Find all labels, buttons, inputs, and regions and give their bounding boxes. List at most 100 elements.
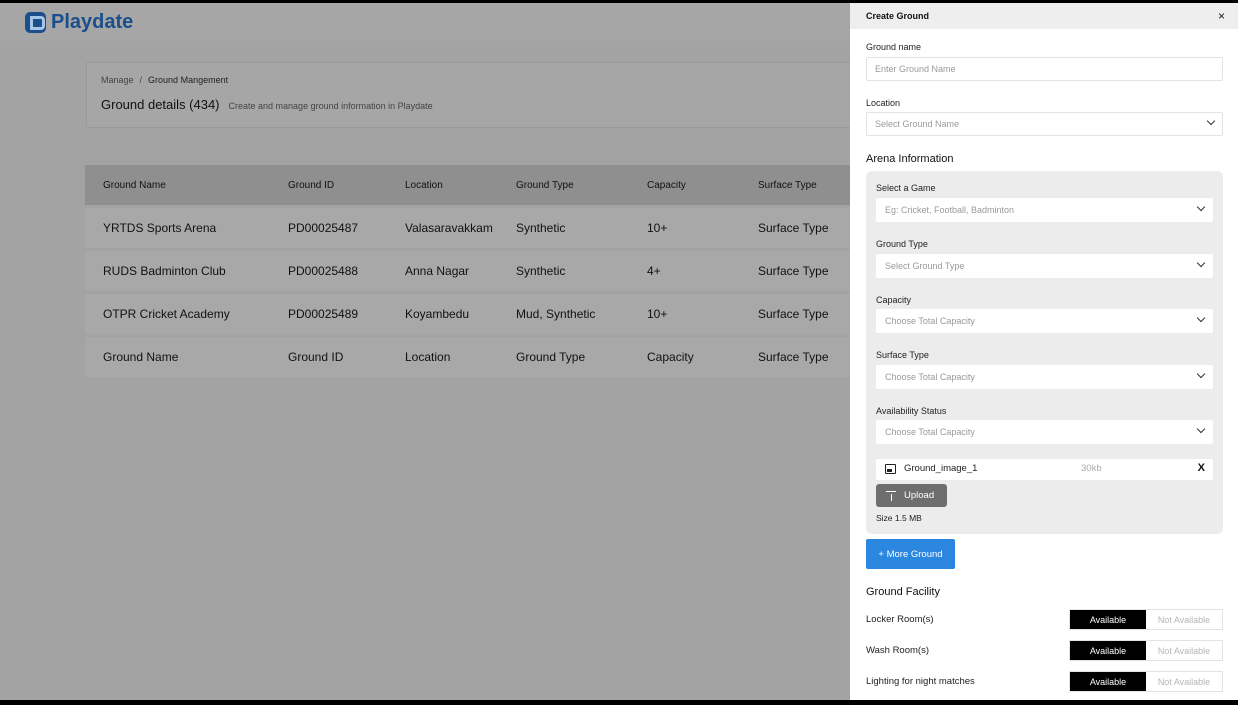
column-header[interactable]: Ground Name bbox=[103, 180, 166, 191]
facility-label: Wash Room(s) bbox=[866, 645, 929, 656]
app-name: Playdate bbox=[51, 11, 134, 33]
ground-type-placeholder: Select Ground Type bbox=[885, 261, 965, 271]
table-row[interactable]: OTPR Cricket Academy PD00025489 Koyambed… bbox=[85, 294, 885, 334]
chevron-down-icon bbox=[1196, 313, 1206, 323]
not-available-option[interactable]: Not Available bbox=[1146, 641, 1222, 660]
column-header[interactable]: Surface Type bbox=[758, 180, 817, 191]
table-cell: YRTDS Sports Arena bbox=[103, 221, 217, 235]
table-cell: Mud, Synthetic bbox=[516, 307, 596, 321]
column-header[interactable]: Ground Type bbox=[516, 180, 574, 191]
select-game-placeholder: Eg: Cricket, Football, Badminton bbox=[885, 205, 1015, 215]
capacity-placeholder: Choose Total Capacity bbox=[885, 316, 975, 326]
availability-toggle: Available Not Available bbox=[1069, 671, 1223, 692]
surface-type-label: Surface Type bbox=[876, 350, 929, 360]
ground-name-label: Ground name bbox=[866, 42, 922, 52]
table-cell: Synthetic bbox=[516, 221, 566, 235]
table-cell: Ground ID bbox=[288, 350, 344, 364]
table-cell: PD00025488 bbox=[288, 264, 359, 278]
ground-type-select[interactable]: Select Ground Type bbox=[876, 254, 1213, 278]
app-logo[interactable]: Playdate bbox=[25, 11, 133, 34]
table-cell: OTPR Cricket Academy bbox=[103, 307, 230, 321]
breadcrumb: Manage / Ground Mangement bbox=[101, 75, 228, 85]
image-icon bbox=[885, 464, 896, 474]
available-option[interactable]: Available bbox=[1070, 672, 1146, 691]
ground-name-placeholder: Enter Ground Name bbox=[875, 64, 956, 74]
facility-label: Lighting for night matches bbox=[866, 676, 975, 687]
capacity-label: Capacity bbox=[876, 295, 912, 305]
chevron-down-icon bbox=[1196, 258, 1206, 268]
column-header[interactable]: Ground ID bbox=[288, 180, 334, 191]
table-row[interactable]: Ground Name Ground ID Location Ground Ty… bbox=[85, 337, 885, 377]
table-cell: Ground Name bbox=[103, 350, 179, 364]
table-row[interactable]: RUDS Badminton Club PD00025488 Anna Naga… bbox=[85, 251, 885, 291]
ground-name-input[interactable]: Enter Ground Name bbox=[866, 57, 1223, 81]
availability-status-placeholder: Choose Total Capacity bbox=[885, 427, 975, 437]
panel-header: Create Ground × bbox=[850, 3, 1238, 29]
table-cell: Surface Type bbox=[758, 350, 829, 364]
breadcrumb-current: Ground Mangement bbox=[148, 75, 229, 85]
not-available-option[interactable]: Not Available bbox=[1146, 610, 1222, 629]
availability-toggle: Available Not Available bbox=[1069, 609, 1223, 630]
more-ground-button[interactable]: + More Ground bbox=[866, 539, 955, 569]
table-cell: Location bbox=[405, 350, 451, 364]
ground-table: Ground Name Ground ID Location Ground Ty… bbox=[85, 165, 885, 377]
table-cell: 10+ bbox=[647, 307, 668, 321]
panel-title: Create Ground bbox=[866, 11, 930, 21]
column-header[interactable]: Location bbox=[405, 180, 443, 191]
table-cell: PD00025489 bbox=[288, 307, 359, 321]
playdate-logo-icon bbox=[25, 12, 46, 33]
upload-label: Upload bbox=[904, 490, 935, 501]
capacity-select[interactable]: Choose Total Capacity bbox=[876, 309, 1213, 333]
chevron-down-icon bbox=[1206, 116, 1216, 126]
breadcrumb-separator: / bbox=[139, 75, 143, 85]
table-row[interactable]: YRTDS Sports Arena PD00025487 Valasarava… bbox=[85, 208, 885, 248]
size-note: Size 1.5 MB bbox=[876, 513, 922, 523]
location-label: Location bbox=[866, 98, 901, 108]
table-cell: Surface Type bbox=[758, 264, 829, 278]
available-option[interactable]: Available bbox=[1070, 610, 1146, 629]
table-cell: Ground Type bbox=[516, 350, 586, 364]
table-cell: Surface Type bbox=[758, 221, 829, 235]
facility-label: Locker Room(s) bbox=[866, 614, 934, 625]
not-available-option[interactable]: Not Available bbox=[1146, 672, 1222, 691]
remove-file-button[interactable]: X bbox=[1198, 462, 1205, 474]
table-cell: Valasaravakkam bbox=[405, 221, 493, 235]
chevron-down-icon bbox=[1196, 369, 1206, 379]
page-header-card: Manage / Ground Mangement Ground details… bbox=[86, 62, 886, 128]
table-cell: Surface Type bbox=[758, 307, 829, 321]
close-icon[interactable]: × bbox=[1218, 9, 1225, 23]
chevron-down-icon bbox=[1196, 202, 1206, 212]
create-ground-panel: Create Ground × Ground name Enter Ground… bbox=[850, 3, 1238, 700]
select-game-select[interactable]: Eg: Cricket, Football, Badminton bbox=[876, 198, 1213, 222]
table-cell: 4+ bbox=[647, 264, 661, 278]
table-cell: Capacity bbox=[647, 350, 694, 364]
location-select[interactable]: Select Ground Name bbox=[866, 112, 1223, 136]
surface-type-select[interactable]: Choose Total Capacity bbox=[876, 365, 1213, 389]
app-frame: Playdate Manage / Ground Mangement Groun… bbox=[0, 3, 1238, 700]
arena-information-title: Arena Information bbox=[866, 153, 954, 165]
ground-facility-title: Ground Facility bbox=[866, 586, 940, 598]
ground-type-label: Ground Type bbox=[876, 239, 928, 249]
surface-type-placeholder: Choose Total Capacity bbox=[885, 372, 975, 382]
upload-button[interactable]: Upload bbox=[876, 484, 947, 507]
table-cell: PD00025487 bbox=[288, 221, 359, 235]
upload-icon bbox=[886, 490, 896, 501]
file-name: Ground_image_1 bbox=[904, 463, 978, 474]
table-cell: 10+ bbox=[647, 221, 668, 235]
available-option[interactable]: Available bbox=[1070, 641, 1146, 660]
breadcrumb-manage[interactable]: Manage bbox=[101, 75, 134, 85]
facility-row-lighting: Lighting for night matches Available Not… bbox=[866, 671, 1223, 692]
chevron-down-icon bbox=[1196, 424, 1206, 434]
arena-information-card: Select a Game Eg: Cricket, Football, Bad… bbox=[866, 171, 1223, 534]
location-placeholder: Select Ground Name bbox=[875, 119, 960, 129]
column-header[interactable]: Capacity bbox=[647, 180, 686, 191]
table-cell: Koyambedu bbox=[405, 307, 470, 321]
availability-toggle: Available Not Available bbox=[1069, 640, 1223, 661]
facility-row-washroom: Wash Room(s) Available Not Available bbox=[866, 640, 1223, 661]
table-header: Ground Name Ground ID Location Ground Ty… bbox=[85, 165, 885, 205]
table-cell: Synthetic bbox=[516, 264, 566, 278]
availability-status-select[interactable]: Choose Total Capacity bbox=[876, 420, 1213, 444]
table-cell: RUDS Badminton Club bbox=[103, 264, 226, 278]
uploaded-file-row: Ground_image_1 30kb X bbox=[876, 459, 1213, 480]
table-cell: Anna Nagar bbox=[405, 264, 470, 278]
